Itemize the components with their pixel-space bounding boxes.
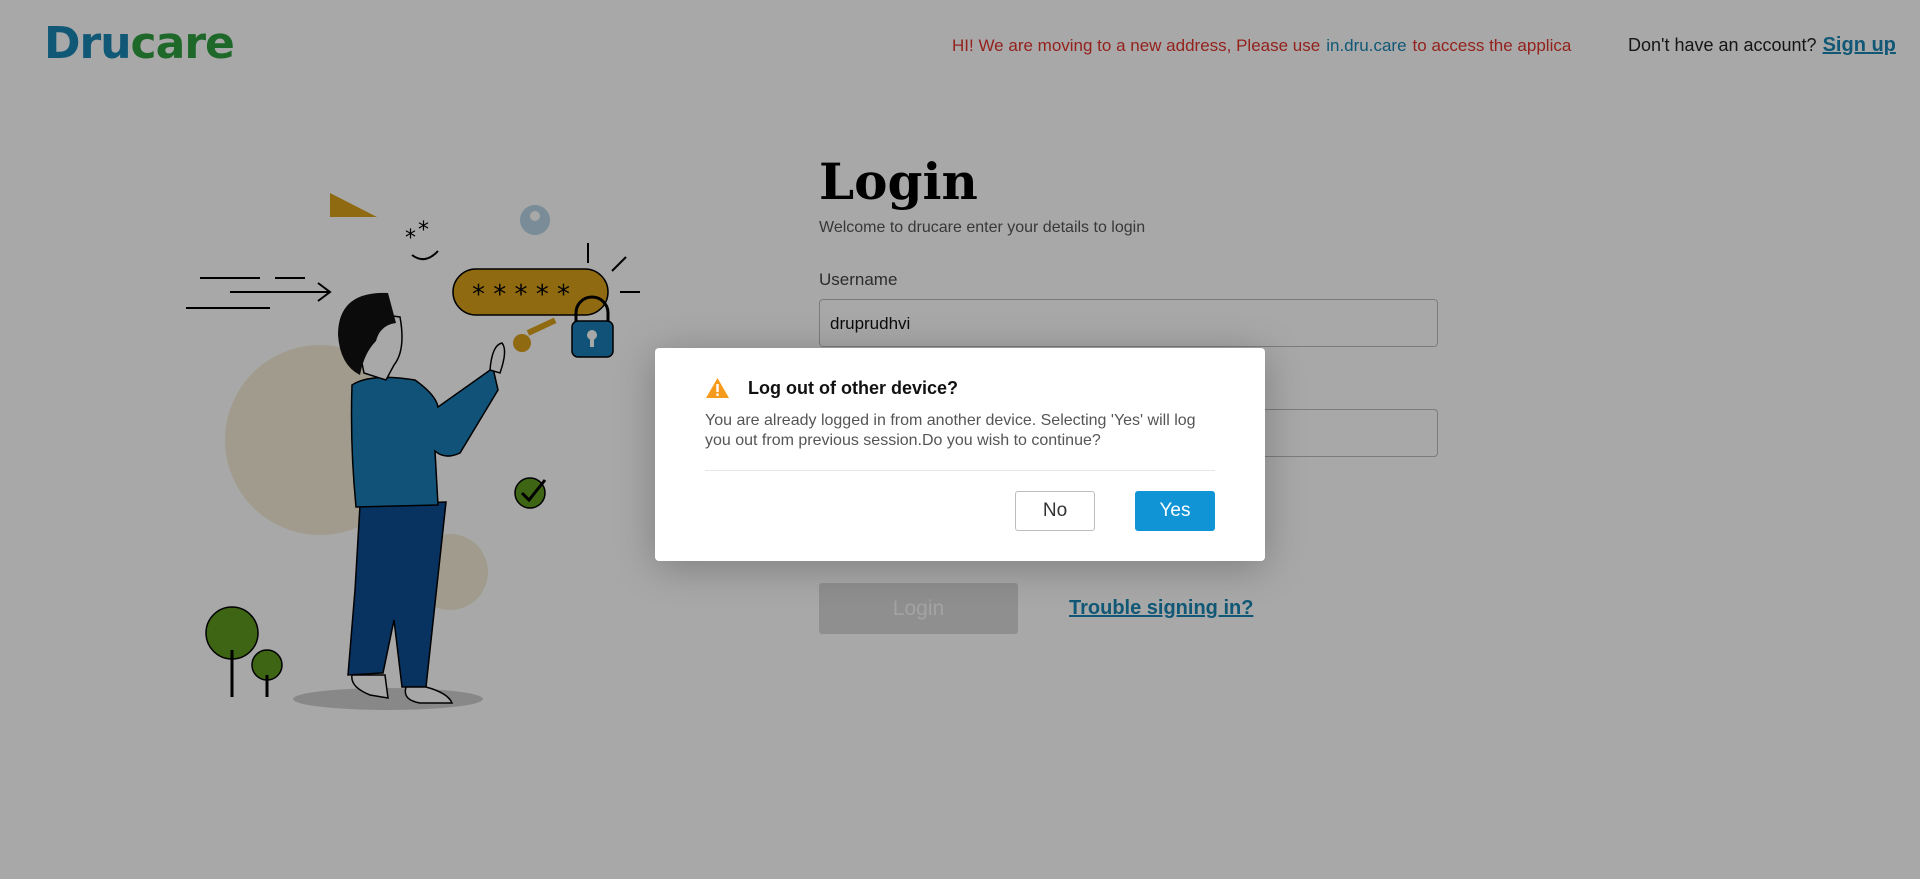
yes-button[interactable]: Yes — [1135, 491, 1215, 531]
dialog-title: Log out of other device? — [748, 378, 958, 398]
login-page: Drucare HI! We are moving to a new addre… — [0, 0, 1920, 879]
warning-icon — [706, 378, 729, 398]
dialog-divider — [705, 470, 1215, 471]
logout-confirm-dialog: Log out of other device? You are already… — [655, 348, 1265, 561]
no-button[interactable]: No — [1015, 491, 1095, 531]
dialog-message: You are already logged in from another d… — [705, 412, 1196, 449]
